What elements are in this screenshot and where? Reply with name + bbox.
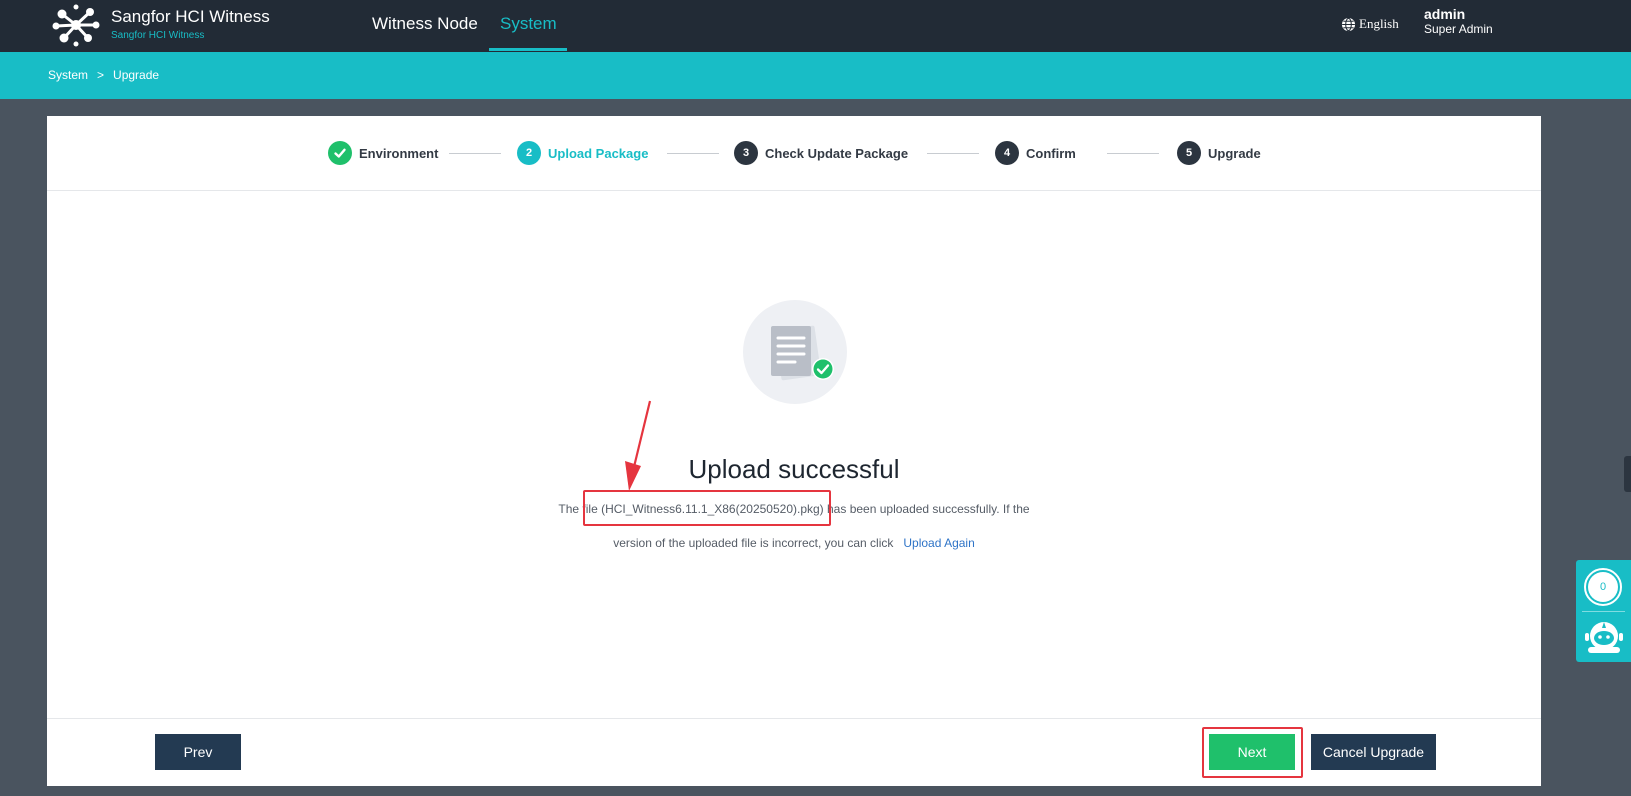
upload-success-title: Upload successful [688,454,900,484]
upgrade-panel: Environment 2 Upload Package 3 Check Upd… [47,116,1541,786]
step-label: Upgrade [1208,145,1261,161]
message-suffix: has been uploaded successfully. If the [823,502,1030,516]
step-number: 5 [1177,141,1201,165]
user-role: Super Admin [1424,22,1493,36]
assistant-robot-icon[interactable] [1583,616,1625,658]
step-connector [1107,153,1159,154]
steps-divider [47,190,1541,191]
floating-assistant-widget[interactable]: 0 [1576,560,1631,662]
widget-separator [1582,611,1625,612]
breadcrumb-bar: System > Upgrade [0,52,1631,99]
nav-active-indicator [489,48,567,51]
brand-subtitle: Sangfor HCI Witness [111,30,205,41]
brand-title: Sangfor HCI Witness [111,7,270,26]
step-number: 3 [734,141,758,165]
nav-system[interactable]: System [500,14,557,34]
user-name[interactable]: admin [1424,6,1465,22]
step-label: Check Update Package [765,145,909,161]
step-number: 4 [995,141,1019,165]
notification-count: 0 [1588,572,1618,602]
step-connector [667,153,719,154]
upload-again-link[interactable]: Upload Again [903,536,974,550]
upload-again-message: version of the uploaded file is incorrec… [47,536,1541,550]
step-upload-package: 2 Upload Package [517,140,648,166]
step-upgrade: 5 Upgrade [1177,140,1261,166]
message-line2: version of the uploaded file is incorrec… [613,536,894,550]
breadcrumb-separator: > [97,68,105,82]
sangfor-logo-icon [52,4,100,47]
language-label: English [1359,16,1399,31]
step-confirm: 4 Confirm [995,140,1076,166]
next-button[interactable]: Next [1209,734,1295,770]
step-label: Confirm [1026,145,1076,161]
upload-result-illustration [743,300,847,404]
step-connector [449,153,501,154]
side-drawer-handle[interactable] [1624,456,1631,492]
globe-icon [1341,17,1356,31]
step-label: Environment [359,145,439,161]
nav-witness-node[interactable]: Witness Node [372,14,478,34]
step-environment: Environment [328,140,438,166]
check-circle-icon [328,141,352,165]
footer-divider [47,718,1541,719]
cancel-upgrade-button[interactable]: Cancel Upgrade [1311,734,1436,770]
prev-button[interactable]: Prev [155,734,241,770]
language-switcher[interactable]: English [1341,16,1399,32]
notification-badge[interactable]: 0 [1584,568,1622,606]
step-label: Upload Package [548,145,649,161]
step-check-update-package: 3 Check Update Package [734,140,908,166]
breadcrumb: System > Upgrade [48,68,159,82]
breadcrumb-system[interactable]: System [48,68,88,82]
step-connector [927,153,979,154]
filename-highlight-box [583,490,831,526]
document-check-icon [771,325,834,381]
top-header: Sangfor HCI Witness Sangfor HCI Witness … [0,0,1631,52]
breadcrumb-upgrade: Upgrade [113,68,160,82]
step-number: 2 [517,141,541,165]
